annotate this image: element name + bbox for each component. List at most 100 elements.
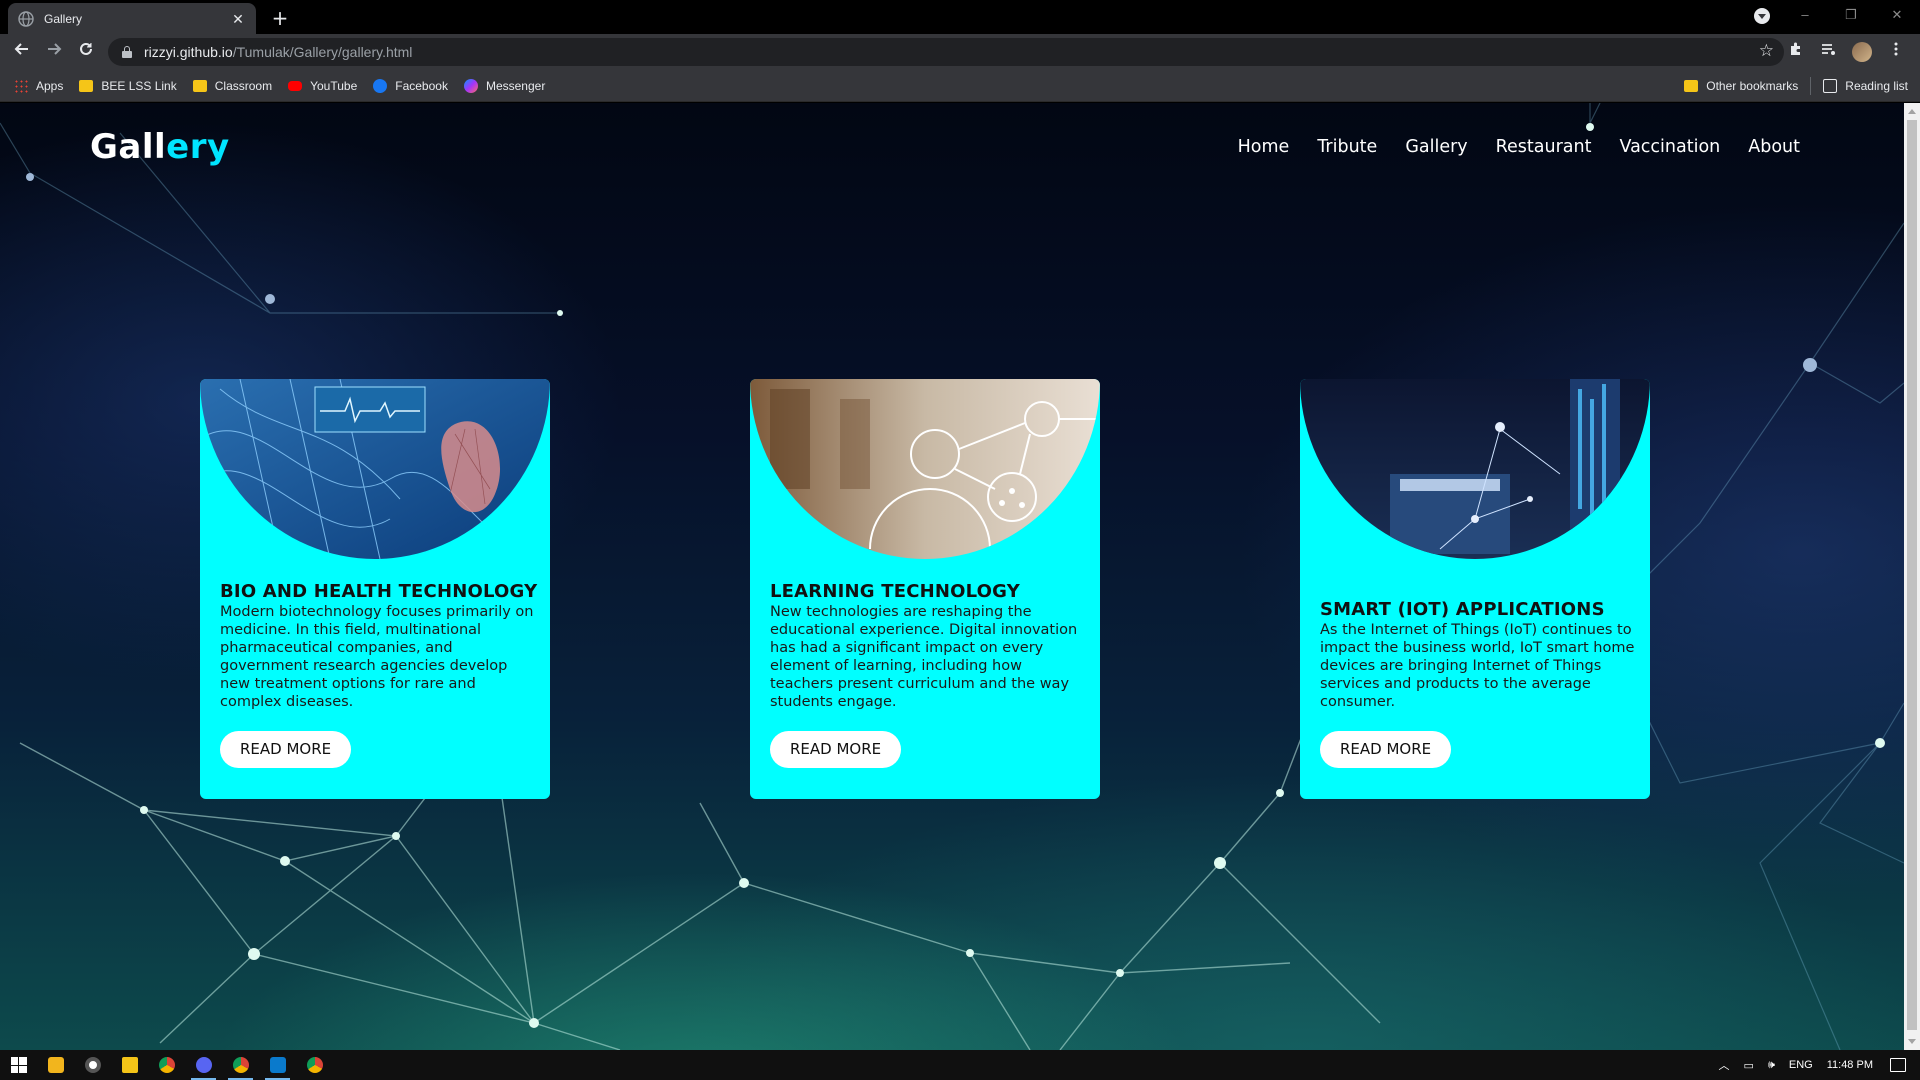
read-more-button[interactable]: READ MORE — [220, 731, 352, 768]
bookmark-classroom[interactable]: Classroom — [192, 78, 273, 93]
nav-restaurant[interactable]: Restaurant — [1496, 137, 1592, 157]
facebook-icon — [373, 78, 388, 93]
system-tray: ︿ ▭ 🕪 ENG 11:48 PM — [1712, 1050, 1920, 1080]
taskbar-app-vscode[interactable] — [259, 1050, 296, 1080]
back-button[interactable] — [6, 36, 38, 68]
discord-app-icon — [195, 1057, 212, 1073]
bookmark-messenger[interactable]: Messenger — [463, 78, 545, 93]
bookmark-label: Facebook — [395, 78, 448, 93]
language-indicator[interactable]: ENG — [1789, 1059, 1813, 1071]
taskbar-app-chrome-3[interactable] — [296, 1050, 333, 1080]
bookmark-label: Classroom — [214, 78, 273, 93]
browser-toolbar: rizzyi.github.io/Tumulak/Gallery/gallery… — [0, 34, 1920, 70]
taskbar-app-obs[interactable] — [74, 1050, 111, 1080]
reading-list[interactable]: Reading list — [1823, 79, 1908, 93]
card-title: LEARNING TECHNOLOGY — [770, 581, 1020, 602]
chrome-app-icon — [232, 1057, 249, 1073]
card-image — [1300, 379, 1650, 559]
page-scrollbar[interactable] — [1904, 103, 1920, 1050]
minimize-button[interactable]: – — [1782, 0, 1828, 30]
card-title: BIO AND HEALTH TECHNOLOGY — [220, 581, 538, 602]
forward-button[interactable] — [38, 36, 70, 68]
reload-button[interactable] — [70, 36, 102, 68]
nav-gallery[interactable]: Gallery — [1405, 137, 1467, 157]
restore-button[interactable]: ❐ — [1828, 0, 1874, 30]
reload-icon — [80, 42, 92, 55]
window-controls: – ❐ ✕ — [1782, 0, 1920, 30]
taskbar-app-shield[interactable] — [37, 1050, 74, 1080]
card-text: New technologies are reshaping the educa… — [770, 604, 1078, 710]
bookmark-star-icon[interactable]: ☆ — [1759, 41, 1774, 61]
taskbar-app-chrome-1[interactable] — [148, 1050, 185, 1080]
chevron-up-icon[interactable]: ︿ — [1719, 1057, 1730, 1073]
card-bio-health: BIO AND HEALTH TECHNOLOGY Modern biotech… — [200, 379, 550, 799]
arrow-right-icon — [48, 43, 62, 55]
card-image — [200, 379, 550, 559]
start-button[interactable] — [0, 1050, 37, 1080]
bookmark-youtube[interactable]: YouTube — [288, 79, 357, 93]
reading-list-label: Reading list — [1845, 79, 1908, 93]
site-nav: Home Tribute Gallery Restaurant Vaccinat… — [1210, 137, 1800, 157]
chrome-app-icon — [158, 1057, 175, 1073]
smart-city-image — [1300, 379, 1650, 559]
scroll-up-icon[interactable] — [1908, 109, 1916, 114]
network-icon[interactable]: ▭ — [1744, 1059, 1754, 1072]
logo-accent: ery — [166, 127, 230, 167]
read-more-button[interactable]: READ MORE — [1320, 731, 1452, 768]
extensions-icon[interactable] — [1780, 36, 1812, 68]
folder-icon — [1684, 80, 1699, 92]
youtube-icon — [288, 80, 303, 91]
other-bookmarks[interactable]: Other bookmarks — [1684, 79, 1798, 93]
bookmark-label: YouTube — [310, 78, 358, 93]
nav-about[interactable]: About — [1748, 137, 1800, 157]
chrome-app-icon — [306, 1057, 323, 1073]
card-text: As the Internet of Things (IoT) continue… — [1320, 622, 1635, 710]
page-viewport: Gallery Home Tribute Gallery Restaurant … — [0, 103, 1904, 1050]
learning-network-image — [750, 379, 1100, 559]
media-control-icon[interactable] — [1812, 36, 1844, 68]
tab-search-icon[interactable] — [1754, 8, 1770, 24]
close-window-button[interactable]: ✕ — [1874, 0, 1920, 30]
taskbar-app-discord[interactable] — [185, 1050, 222, 1080]
bookmark-bee-lss-link[interactable]: BEE LSS Link — [79, 78, 177, 93]
bookmark-label: BEE LSS Link — [101, 78, 177, 93]
site-logo[interactable]: Gallery — [90, 127, 230, 167]
globe-icon — [18, 10, 34, 27]
bookmarks-right: Other bookmarks Reading list — [1684, 70, 1908, 102]
windows-icon — [10, 1057, 27, 1073]
tab-title: Gallery — [44, 11, 83, 26]
card-text: Modern biotechnology focuses primarily o… — [220, 604, 534, 710]
card-title: SMART (IOT) APPLICATIONS — [1320, 599, 1605, 620]
taskbar-app-chrome-2[interactable] — [222, 1050, 259, 1080]
menu-kebab-icon[interactable] — [1880, 36, 1912, 68]
notification-icon[interactable] — [1890, 1058, 1906, 1072]
clock[interactable]: 11:48 PM — [1827, 1059, 1873, 1071]
bookmark-facebook[interactable]: Facebook — [373, 78, 448, 93]
scroll-thumb[interactable] — [1907, 120, 1917, 1030]
close-tab-icon[interactable]: ✕ — [230, 11, 246, 27]
nav-vaccination[interactable]: Vaccination — [1619, 137, 1720, 157]
dna-heart-image — [200, 379, 550, 559]
browser-tab-strip: Gallery ✕ + – ❐ ✕ — [0, 0, 1920, 34]
taskbar-app-explorer[interactable] — [111, 1050, 148, 1080]
bookmarks-bar: Apps BEE LSS Link Classroom YouTube Face… — [0, 70, 1920, 102]
folder-app-icon — [121, 1057, 138, 1073]
logo-main: Gall — [90, 127, 167, 167]
browser-tab[interactable]: Gallery ✕ — [8, 3, 256, 34]
new-tab-button[interactable]: + — [266, 4, 294, 32]
apps-icon — [14, 78, 28, 93]
record-app-icon — [84, 1057, 101, 1073]
read-more-button[interactable]: READ MORE — [770, 731, 902, 768]
profile-avatar[interactable] — [1852, 42, 1872, 62]
windows-taskbar: ︿ ▭ 🕪 ENG 11:48 PM — [0, 1050, 1920, 1080]
vscode-app-icon — [269, 1057, 286, 1073]
divider — [1810, 77, 1812, 95]
scroll-down-icon[interactable] — [1908, 1039, 1916, 1044]
volume-icon[interactable]: 🕪 — [1768, 1059, 1775, 1072]
messenger-icon — [463, 78, 478, 93]
card-image — [750, 379, 1100, 559]
nav-tribute[interactable]: Tribute — [1317, 137, 1377, 157]
bookmark-apps[interactable]: Apps — [14, 78, 63, 93]
address-bar[interactable]: rizzyi.github.io/Tumulak/Gallery/gallery… — [108, 38, 1784, 66]
nav-home[interactable]: Home — [1238, 137, 1290, 157]
